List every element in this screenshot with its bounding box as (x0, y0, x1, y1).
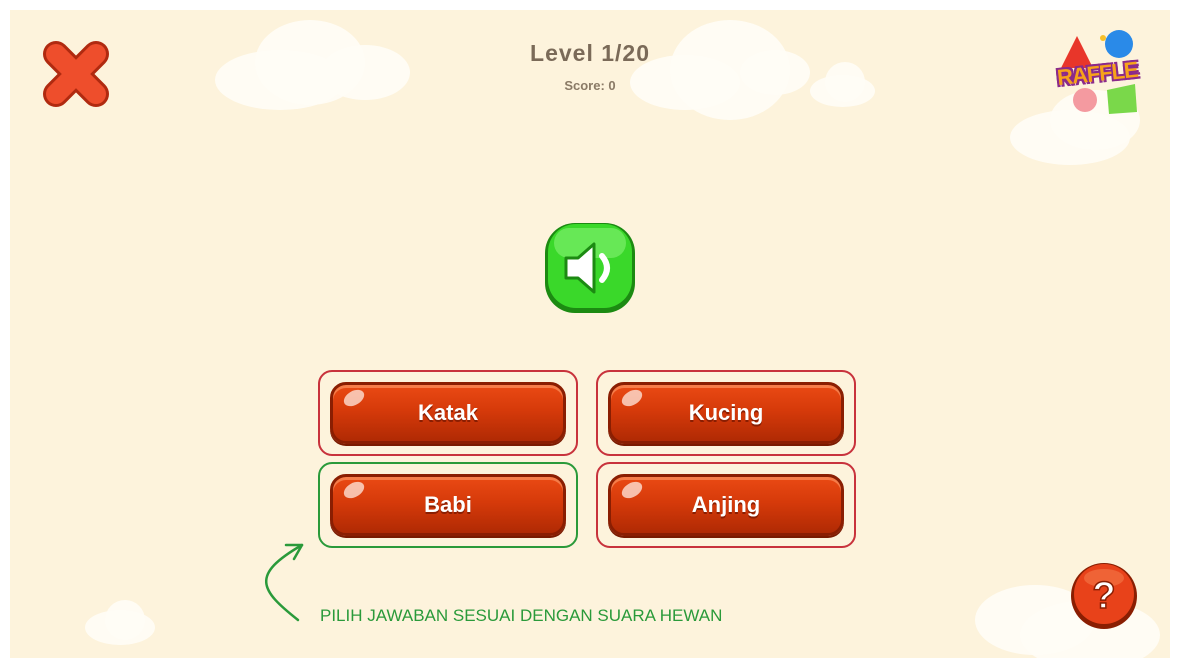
answer-button[interactable]: Babi (330, 474, 566, 536)
answer-option-kucing: Kucing (596, 370, 856, 456)
level-indicator: Level 1/20 (530, 40, 650, 66)
svg-text:?: ? (1092, 575, 1115, 617)
answer-option-babi: Babi (318, 462, 578, 548)
raffle-logo: RAFFLE (1055, 28, 1155, 126)
answer-option-katak: Katak (318, 370, 578, 456)
score-display: Score: 0 (564, 78, 616, 93)
answer-option-anjing: Anjing (596, 462, 856, 548)
answer-label: Katak (418, 400, 478, 425)
answer-label: Kucing (688, 400, 764, 425)
answer-button[interactable]: Katak (330, 382, 566, 444)
question-icon: ? (1071, 563, 1137, 629)
instruction-text: PILIH JAWABAN SESUAI DENGAN SUARA HEWAN (320, 606, 723, 625)
game-stage: Level 1/20 Score: 0 RAFFLE Katak Kucing … (10, 10, 1170, 658)
play-sound-button[interactable] (542, 220, 638, 316)
annotation-arrow-icon (265, 543, 304, 622)
close-icon (43, 41, 109, 107)
close-button[interactable] (40, 38, 112, 110)
speaker-icon (545, 223, 635, 313)
answer-label: Anjing (691, 492, 761, 517)
help-button[interactable]: ? (1070, 562, 1138, 630)
answer-button[interactable]: Kucing (608, 382, 844, 444)
answer-label: Babi (424, 492, 472, 517)
answer-button[interactable]: Anjing (608, 474, 844, 536)
